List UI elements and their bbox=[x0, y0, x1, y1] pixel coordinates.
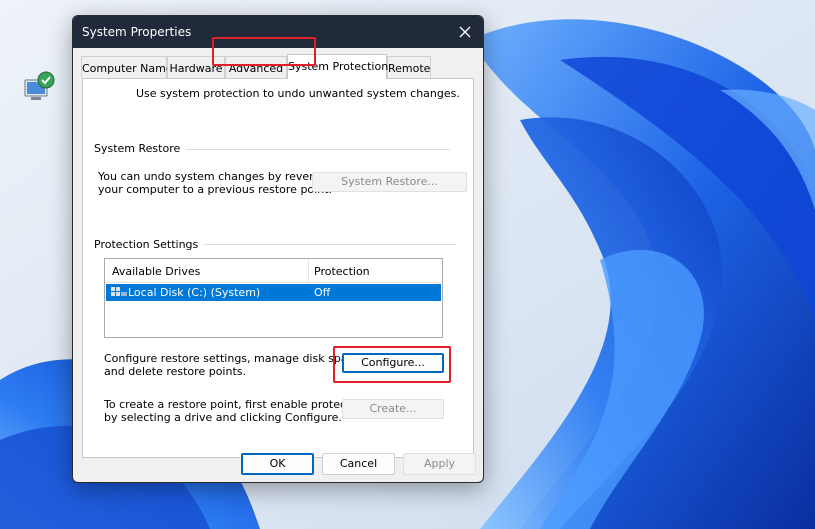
tab-highlight-box bbox=[212, 37, 316, 66]
tab-remote[interactable]: Remote bbox=[387, 56, 431, 78]
apply-button[interactable]: Apply bbox=[403, 453, 476, 475]
drive-name: Local Disk (C:) (System) bbox=[128, 286, 261, 299]
tab-computer-name[interactable]: Computer Name bbox=[81, 56, 173, 78]
column-protection[interactable]: Protection bbox=[314, 265, 370, 278]
column-separator bbox=[308, 259, 309, 283]
drive-protection-status: Off bbox=[314, 286, 331, 299]
configure-highlight-box bbox=[333, 346, 451, 383]
window-title: System Properties bbox=[82, 25, 192, 39]
close-icon bbox=[459, 26, 471, 38]
configure-description: Configure restore settings, manage disk … bbox=[104, 352, 364, 378]
drives-list[interactable]: Available Drives Protection Local Disk (… bbox=[104, 258, 443, 338]
ok-button[interactable]: OK bbox=[241, 453, 314, 475]
intro-text: Use system protection to undo unwanted s… bbox=[136, 87, 460, 100]
create-description: To create a restore point, first enable … bbox=[104, 398, 368, 424]
system-restore-description: You can undo system changes by reverting… bbox=[98, 170, 335, 196]
close-button[interactable] bbox=[447, 16, 483, 48]
system-restore-group-label: System Restore bbox=[94, 142, 187, 155]
list-item[interactable]: Local Disk (C:) (System) Off bbox=[106, 284, 441, 301]
protection-settings-group-label: Protection Settings bbox=[94, 238, 205, 251]
create-button[interactable]: Create... bbox=[342, 399, 444, 419]
drive-icon bbox=[111, 287, 127, 296]
system-restore-button[interactable]: System Restore... bbox=[312, 172, 467, 192]
system-protection-icon bbox=[24, 71, 55, 100]
drives-list-header: Available Drives Protection bbox=[105, 259, 442, 283]
column-available-drives[interactable]: Available Drives bbox=[112, 265, 200, 278]
cancel-button[interactable]: Cancel bbox=[322, 453, 395, 475]
